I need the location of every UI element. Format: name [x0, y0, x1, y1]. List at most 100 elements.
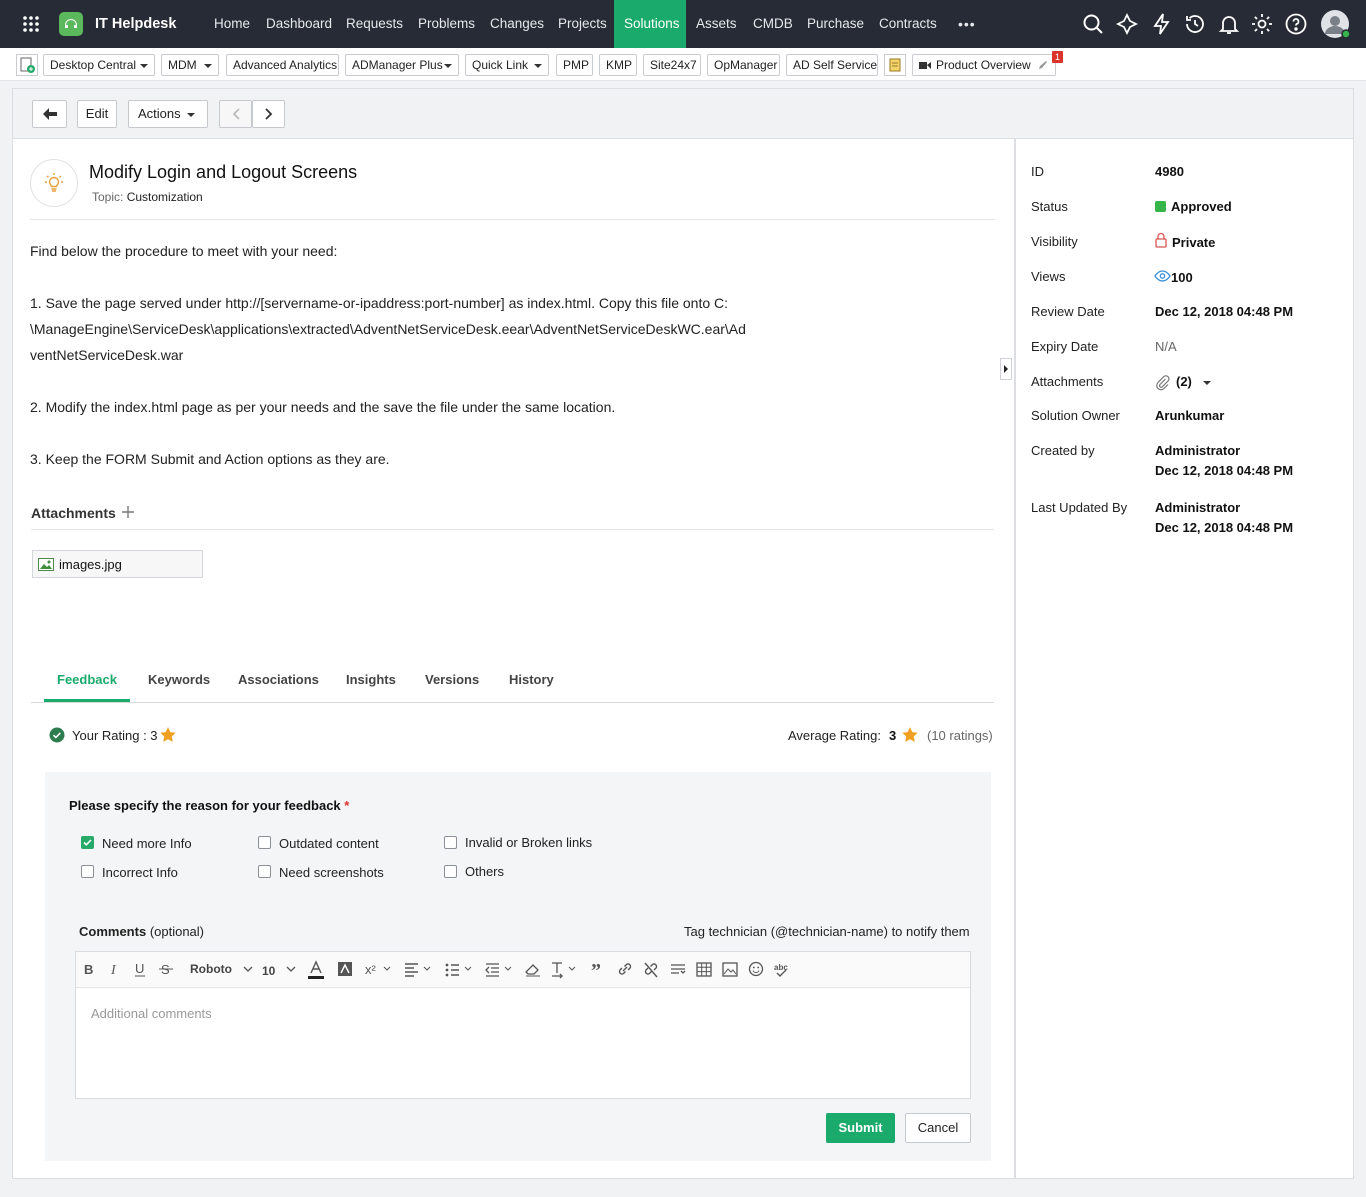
superscript-icon[interactable]: x² [363, 957, 391, 981]
strikethrough-icon[interactable]: S [157, 957, 177, 981]
search-icon[interactable] [1081, 12, 1105, 36]
checkbox-others[interactable] [444, 865, 457, 878]
detail-label-solution-owner: Solution Owner [1031, 408, 1120, 423]
previous-button[interactable] [219, 100, 252, 128]
topic-line: Topic: Customization [92, 190, 203, 204]
next-button[interactable] [252, 100, 285, 128]
option-label: Incorrect Info [102, 865, 178, 880]
detail-value-review-date: Dec 12, 2018 04:48 PM [1155, 304, 1294, 319]
solution-step3: 3. Keep the FORM Submit and Action optio… [30, 451, 390, 467]
nav-purchase[interactable]: Purchase [797, 0, 874, 48]
flash-icon[interactable] [1150, 12, 1174, 36]
chevron-down-icon [1203, 381, 1211, 385]
notes-icon[interactable] [884, 54, 906, 76]
edit-button[interactable]: Edit [77, 100, 117, 128]
background-color-icon[interactable] [335, 957, 355, 981]
link-icon[interactable] [615, 957, 635, 981]
font-size-select[interactable]: 10 [262, 964, 275, 978]
detail-value-solution-owner: Arunkumar [1155, 408, 1225, 423]
tab-versions[interactable]: Versions [425, 668, 479, 702]
detail-value-visibility: Private [1172, 235, 1216, 250]
solution-bulb-icon [30, 159, 78, 207]
nav-dashboard[interactable]: Dashboard [256, 0, 342, 48]
quick-actions-icon[interactable] [1115, 12, 1139, 36]
cancel-button[interactable]: Cancel [905, 1113, 971, 1143]
comments-placeholder[interactable]: Additional comments [91, 1006, 212, 1021]
rocket-icon [1037, 59, 1049, 71]
align-icon[interactable] [403, 957, 431, 981]
nav-assets[interactable]: Assets [686, 0, 747, 48]
quicklink-desktop-central[interactable]: Desktop Central [43, 54, 155, 76]
chevron-down-icon[interactable] [281, 957, 301, 981]
checkbox-need-more-info[interactable] [81, 836, 94, 849]
quicklink-advanced-analytics[interactable]: Advanced Analytics [226, 54, 339, 76]
help-icon[interactable] [1284, 12, 1308, 36]
nav-problems[interactable]: Problems [408, 0, 485, 48]
history-icon[interactable] [1183, 12, 1207, 36]
font-color-icon[interactable] [306, 957, 326, 981]
checkbox-invalid-links[interactable] [444, 836, 457, 849]
app-grid-icon[interactable] [22, 15, 40, 33]
indent-icon[interactable] [484, 957, 512, 981]
back-button[interactable] [32, 100, 67, 128]
unlink-icon[interactable] [641, 957, 661, 981]
blockquote-icon[interactable]: ” [589, 957, 609, 981]
tab-keywords[interactable]: Keywords [148, 668, 210, 702]
bold-icon[interactable]: B [79, 957, 99, 981]
tab-insights[interactable]: Insights [346, 668, 396, 702]
quicklink-pmp[interactable]: PMP [556, 54, 593, 76]
option-label: Need screenshots [279, 865, 384, 880]
quicklink-site24x7[interactable]: Site24x7 [643, 54, 701, 76]
list-icon[interactable] [444, 957, 472, 981]
user-avatar[interactable] [1320, 9, 1350, 39]
detail-value-last-updated-by: Administrator [1155, 500, 1241, 515]
nav-contracts[interactable]: Contracts [869, 0, 947, 48]
quicklink-label: ADManager Plus [352, 58, 443, 72]
quick-links-bar: Desktop Central MDM Advanced Analytics A… [0, 48, 1366, 81]
horizontal-rule-icon[interactable] [668, 957, 688, 981]
nav-changes[interactable]: Changes [480, 0, 554, 48]
lock-icon [1155, 232, 1167, 248]
nav-requests[interactable]: Requests [336, 0, 413, 48]
collapse-panel-toggle[interactable] [1000, 358, 1012, 380]
tab-history[interactable]: History [509, 668, 554, 702]
comments-label: Comments (optional) [79, 924, 204, 939]
checkbox-incorrect-info[interactable] [81, 865, 94, 878]
nav-home[interactable]: Home [204, 0, 260, 48]
settings-gear-icon[interactable] [1250, 12, 1274, 36]
text-direction-icon[interactable] [549, 957, 576, 981]
tab-associations[interactable]: Associations [238, 668, 319, 702]
italic-icon[interactable]: I [105, 957, 125, 981]
add-attachment-icon[interactable] [121, 505, 135, 519]
nav-projects[interactable]: Projects [548, 0, 617, 48]
tab-feedback[interactable]: Feedback [44, 668, 130, 702]
check-circle-icon [49, 727, 65, 743]
attachment-chip[interactable]: images.jpg [32, 550, 203, 578]
actions-dropdown[interactable]: Actions [128, 100, 208, 128]
insert-image-icon[interactable] [720, 957, 740, 981]
spell-check-icon[interactable]: abc [772, 957, 792, 981]
nav-more-icon[interactable]: ••• [948, 0, 986, 48]
quicklink-mdm[interactable]: MDM [161, 54, 219, 76]
nav-solutions[interactable]: Solutions [614, 0, 686, 48]
table-icon[interactable] [694, 957, 714, 981]
quicklink-quick-link[interactable]: Quick Link [465, 54, 549, 76]
quicklink-opmanager[interactable]: OpManager [707, 54, 780, 76]
checkbox-need-screenshots[interactable] [258, 865, 271, 878]
emoji-icon[interactable] [746, 957, 766, 981]
underline-icon[interactable]: U [131, 957, 151, 981]
notification-bell-icon[interactable] [1217, 12, 1241, 36]
eraser-icon[interactable] [523, 957, 543, 981]
submit-button[interactable]: Submit [826, 1113, 895, 1143]
nav-cmdb[interactable]: CMDB [743, 0, 803, 48]
quicklink-ad-self-service[interactable]: AD Self Service [786, 54, 878, 76]
chevron-down-icon[interactable] [238, 957, 258, 981]
font-family-select[interactable]: Roboto [190, 962, 232, 976]
product-overview-button[interactable]: Product Overview [912, 54, 1056, 76]
app-title: IT Helpdesk [95, 16, 177, 32]
solution-step1-line1: 1. Save the page served under http://[se… [30, 295, 729, 311]
checkbox-outdated-content[interactable] [258, 836, 271, 849]
new-item-icon[interactable] [16, 54, 38, 76]
quicklink-kmp[interactable]: KMP [599, 54, 637, 76]
quicklink-admanager-plus[interactable]: ADManager Plus [345, 54, 459, 76]
